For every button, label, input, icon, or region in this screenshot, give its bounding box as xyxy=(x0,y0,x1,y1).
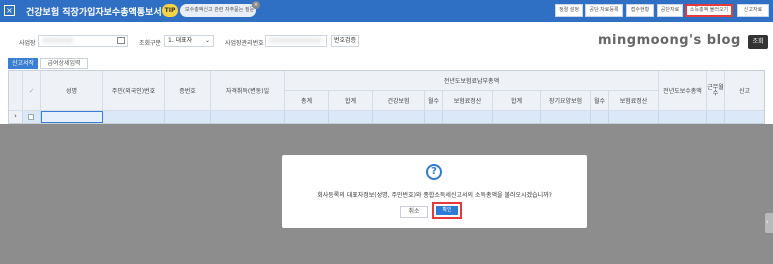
cell-name[interactable] xyxy=(41,111,103,123)
checkbox-header[interactable]: ✓ xyxy=(23,71,41,111)
dialog-message: 회사등록의 대표자정보(성명, 주민번호)와 종합소득세신고서의 소득총액을 불… xyxy=(317,192,552,199)
chevron-down-icon: ⌄ xyxy=(204,37,210,44)
col-cert-no[interactable]: 증번호 xyxy=(165,71,211,111)
title-bar: × 건강보험 직장가입자보수총액통보서 TIP 보수총액신고 관련 자주묻는 질… xyxy=(0,0,773,22)
col-months-ltc[interactable]: 월수 xyxy=(591,91,609,111)
cell-cert-no[interactable] xyxy=(165,111,211,123)
question-icon: ? xyxy=(426,164,442,180)
window-title: 건강보험 직장가입자보수총액통보서 xyxy=(26,8,162,18)
col-work-months[interactable]: 근무월수 xyxy=(707,71,725,111)
checkbox-icon[interactable] xyxy=(28,114,34,120)
cell-health[interactable] xyxy=(373,111,425,123)
verify-number-button[interactable]: 번호검증 xyxy=(331,35,359,47)
sort-settings-button[interactable]: 정렬 설정 xyxy=(555,4,583,17)
cell-months-ltc[interactable] xyxy=(591,111,609,123)
col-health-insurance[interactable]: 건강보험 xyxy=(373,91,425,111)
chevron-right-icon: › xyxy=(766,218,769,226)
cell-settle-health[interactable] xyxy=(443,111,493,123)
cell-total[interactable] xyxy=(285,111,329,123)
report-type-label: 조회구분 xyxy=(139,40,162,47)
cell-resident-no[interactable] xyxy=(103,111,165,123)
ok-button-highlight[interactable]: 확인 xyxy=(432,202,462,219)
col-name[interactable]: 성명 xyxy=(41,71,103,111)
col-prev-salary[interactable]: 전년도보수총액 xyxy=(659,71,707,111)
cell-work-months[interactable] xyxy=(707,111,725,123)
load-income-total-button[interactable]: 소득총액 불러오기 xyxy=(685,4,733,17)
col-settle-ltc[interactable]: 보험료정산 xyxy=(609,91,659,111)
biz-no-input[interactable]: ○○○○○○○○○○ xyxy=(265,35,327,47)
cell-report[interactable] xyxy=(725,111,764,123)
report-type-value: 1. 대표자 xyxy=(168,37,193,44)
table-row[interactable]: › xyxy=(9,111,764,123)
cell-acquire-date[interactable] xyxy=(211,111,285,123)
row-checkbox[interactable] xyxy=(23,111,41,123)
cell-prev-salary[interactable] xyxy=(659,111,707,123)
row-indicator: › xyxy=(9,111,23,123)
check-icon: ✓ xyxy=(28,86,35,95)
biz-no-label: 사업장관리번호 xyxy=(225,40,264,47)
col-settle-health[interactable]: 보험료정산 xyxy=(443,91,493,111)
cell-settle-ltc[interactable] xyxy=(609,111,659,123)
col-report[interactable]: 신고 xyxy=(725,71,764,111)
confirm-dialog: ? 회사등록의 대표자정보(성명, 주민번호)와 종합소득세신고서의 소득총액을… xyxy=(282,155,587,228)
report-grid: ✓ 성명 주민(외국인)번호 증번호 자격취득(변동)일 전년도보험료납부총액 … xyxy=(8,70,765,124)
search-button[interactable]: 조회 xyxy=(748,35,768,49)
col-acquire-date[interactable]: 자격취득(변동)일 xyxy=(211,71,285,111)
col-total[interactable]: 총계 xyxy=(285,91,329,111)
nhis-register-button[interactable]: 공단 자료등록 xyxy=(585,4,623,17)
tab-report[interactable]: 신고서작 xyxy=(8,58,38,69)
notice-banner[interactable]: 보수총액신고 관련 자주묻는 질문 xyxy=(180,4,256,17)
company-label: 사업장 xyxy=(19,40,36,47)
cell-sum-health[interactable] xyxy=(329,111,373,123)
col-ltc-insurance[interactable]: 장기요양보험 xyxy=(541,91,591,111)
side-scroll-handle[interactable]: › xyxy=(765,213,773,233)
company-input[interactable]: ○○○○○○ xyxy=(38,35,128,47)
cancel-button[interactable]: 취소 xyxy=(400,206,428,218)
calendar-icon[interactable] xyxy=(117,37,125,44)
row-header-cell xyxy=(9,71,23,111)
col-sum-ltc[interactable]: 합계 xyxy=(493,91,541,111)
close-icon[interactable]: × xyxy=(4,5,15,16)
col-months-health[interactable]: 월수 xyxy=(425,91,443,111)
report-data-button[interactable]: 신고자료 xyxy=(737,4,769,17)
blog-watermark: mingmoong's blog xyxy=(598,33,741,48)
cell-sum-ltc[interactable] xyxy=(493,111,541,123)
receipt-status-button[interactable]: 접수현황 xyxy=(626,4,654,17)
ok-button[interactable]: 확인 xyxy=(436,206,458,215)
report-type-select[interactable]: 1. 대표자 ⌄ xyxy=(164,35,214,47)
col-resident-no[interactable]: 주민(외국인)번호 xyxy=(103,71,165,111)
tip-badge[interactable]: TIP xyxy=(162,4,178,17)
notice-close-icon[interactable]: × xyxy=(252,1,260,9)
tab-salary-detail[interactable]: 급여상세입력 xyxy=(40,58,88,69)
cell-months-health[interactable] xyxy=(425,111,443,123)
col-sum-health[interactable]: 합계 xyxy=(329,91,373,111)
search-panel: 사업장 ○○○○○○ 조회구분 1. 대표자 ⌄ 사업장관리번호 ○○○○○○○… xyxy=(0,30,773,54)
cell-ltc[interactable] xyxy=(541,111,591,123)
nhis-data-button[interactable]: 공단자료 xyxy=(657,4,683,17)
col-group-premium-total: 전년도보험료납부총액 xyxy=(285,71,659,91)
